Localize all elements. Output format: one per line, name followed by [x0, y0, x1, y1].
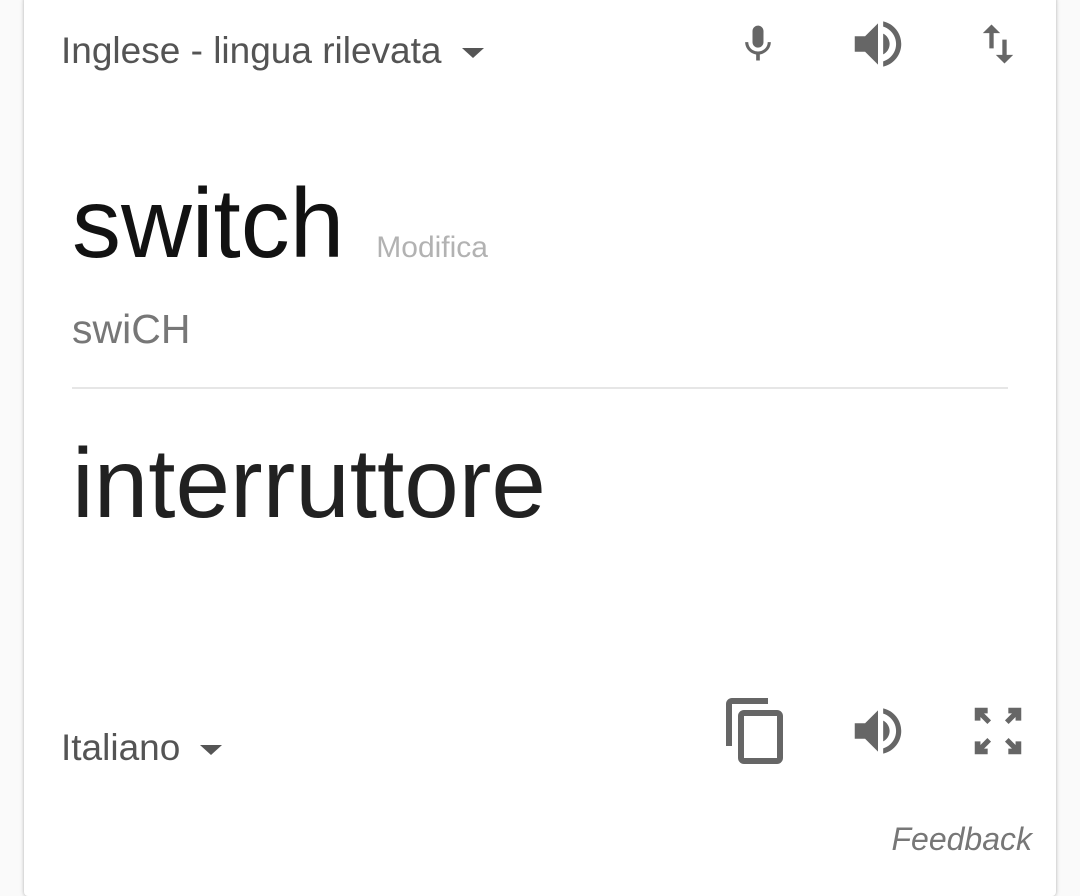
speaker-icon — [854, 708, 902, 754]
edit-link[interactable]: Modifica — [376, 231, 488, 265]
translate-card: Inglese - lingua rilevata switch Modific… — [24, 0, 1056, 896]
chevron-down-icon — [461, 48, 484, 58]
target-language-select[interactable]: Italiano — [61, 727, 223, 769]
microphone-icon — [745, 25, 771, 61]
fullscreen-icon — [974, 707, 1022, 755]
feedback-link[interactable]: Feedback — [891, 821, 1032, 858]
listen-translation-button[interactable] — [842, 695, 914, 767]
chevron-down-icon — [200, 745, 223, 755]
target-language-label: Italiano — [61, 727, 181, 768]
source-text-row: switch Modifica — [72, 168, 488, 278]
source-language-select[interactable]: Inglese - lingua rilevata — [61, 30, 484, 72]
copy-icon — [726, 698, 783, 764]
source-language-label: Inglese - lingua rilevata — [61, 30, 442, 71]
swap-languages-button[interactable] — [962, 8, 1034, 80]
copy-button[interactable] — [720, 695, 792, 767]
translation-word: interruttore — [72, 428, 546, 538]
speaker-icon — [854, 21, 902, 67]
microphone-button[interactable] — [722, 8, 794, 80]
divider — [72, 387, 1008, 389]
listen-source-button[interactable] — [842, 8, 914, 80]
source-phonetic: swiCH — [72, 306, 191, 352]
swap-languages-icon — [982, 24, 1014, 64]
fullscreen-button[interactable] — [962, 695, 1034, 767]
source-word: switch — [72, 168, 345, 278]
